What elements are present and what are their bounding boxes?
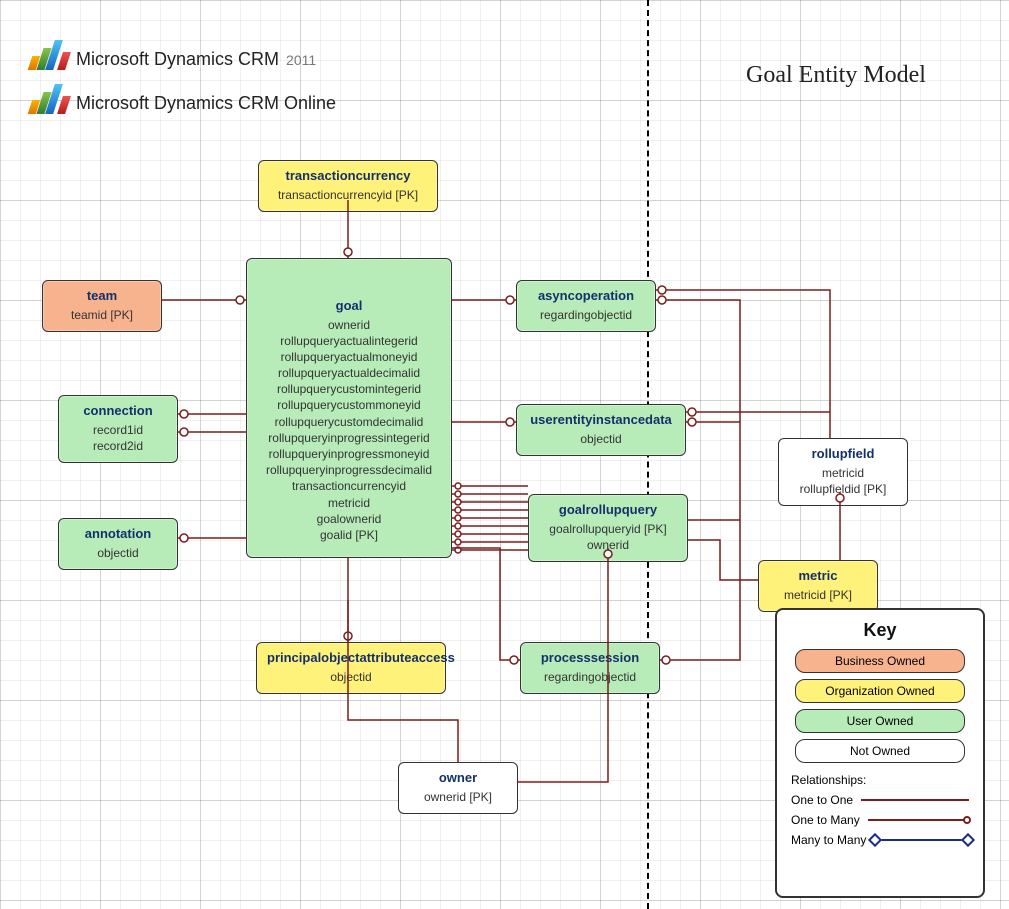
entity-name: transactioncurrency bbox=[269, 167, 427, 185]
entity-name: goalrollupquery bbox=[539, 501, 677, 519]
entity-name: userentityinstancedata bbox=[527, 411, 675, 429]
one-to-one-icon bbox=[861, 799, 969, 801]
entity-name: team bbox=[53, 287, 151, 305]
entity-attrs: record1id record2id bbox=[69, 422, 167, 454]
entity-attrs: regardingobjectid bbox=[527, 307, 645, 323]
legend-swatch-business: Business Owned bbox=[795, 649, 965, 673]
entity-team: team teamid [PK] bbox=[42, 280, 162, 332]
entity-attrs: regardingobjectid bbox=[531, 669, 649, 685]
entity-metric: metric metricid [PK] bbox=[758, 560, 878, 612]
entity-goal: goal ownerid rollupqueryactualintegerid … bbox=[246, 258, 452, 558]
entity-goalrollupquery: goalrollupquery goalrollupqueryid [PK] o… bbox=[528, 494, 688, 562]
entity-name: connection bbox=[69, 402, 167, 420]
entity-userentityinstancedata: userentityinstancedata objectid bbox=[516, 404, 686, 456]
entity-attrs: goalrollupqueryid [PK] ownerid bbox=[539, 521, 677, 553]
legend-swatch-org: Organization Owned bbox=[795, 679, 965, 703]
entity-name: principalobjectattributeaccess bbox=[267, 649, 435, 667]
entity-attrs: objectid bbox=[267, 669, 435, 685]
entity-owner: owner ownerid [PK] bbox=[398, 762, 518, 814]
entity-processsession: processsession regardingobjectid bbox=[520, 642, 660, 694]
entity-rollupfield: rollupfield metricid rollupfieldid [PK] bbox=[778, 438, 908, 506]
branding-block: Microsoft Dynamics CRM 2011 Microsoft Dy… bbox=[30, 30, 380, 114]
entity-asyncoperation: asyncoperation regardingobjectid bbox=[516, 280, 656, 332]
legend-swatch-user: User Owned bbox=[795, 709, 965, 733]
entity-annotation: annotation objectid bbox=[58, 518, 178, 570]
one-to-many-icon bbox=[868, 819, 969, 821]
entity-attrs: teamid [PK] bbox=[53, 307, 151, 323]
entity-principalobjectattributeaccess: principalobjectattributeaccess objectid bbox=[256, 642, 446, 694]
entity-attrs: metricid [PK] bbox=[769, 587, 867, 603]
entity-name: owner bbox=[409, 769, 507, 787]
legend-label: Many to Many bbox=[791, 833, 866, 847]
entity-name: asyncoperation bbox=[527, 287, 645, 305]
entity-name: rollupfield bbox=[789, 445, 897, 463]
legend-relationships-label: Relationships: bbox=[791, 773, 969, 787]
legend-swatch-none: Not Owned bbox=[795, 739, 965, 763]
branding-line-1: Microsoft Dynamics CRM 2011 bbox=[76, 49, 316, 70]
entity-name: goal bbox=[257, 297, 441, 315]
legend-title: Key bbox=[789, 620, 971, 641]
many-to-many-icon bbox=[874, 839, 969, 841]
branding-prefix: Microsoft Dynamics CRM bbox=[76, 49, 279, 69]
entity-attrs: objectid bbox=[69, 545, 167, 561]
entity-name: metric bbox=[769, 567, 867, 585]
entity-attrs: transactioncurrencyid [PK] bbox=[269, 187, 427, 203]
legend-label: One to One bbox=[791, 793, 853, 807]
entity-name: annotation bbox=[69, 525, 167, 543]
dynamics-logo-icon bbox=[30, 38, 68, 70]
entity-attrs: ownerid [PK] bbox=[409, 789, 507, 805]
entity-connection: connection record1id record2id bbox=[58, 395, 178, 463]
entity-attrs: objectid bbox=[527, 431, 675, 447]
legend-panel: Key Business Owned Organization Owned Us… bbox=[775, 608, 985, 898]
entity-transactioncurrency: transactioncurrency transactioncurrencyi… bbox=[258, 160, 438, 212]
entity-name: processsession bbox=[531, 649, 649, 667]
legend-one-to-many: One to Many bbox=[791, 813, 969, 827]
legend-label: One to Many bbox=[791, 813, 860, 827]
legend-many-to-many: Many to Many bbox=[791, 833, 969, 847]
diagram-title: Goal Entity Model bbox=[746, 62, 926, 89]
entity-attrs: metricid rollupfieldid [PK] bbox=[789, 465, 897, 497]
branding-suffix: 2011 bbox=[286, 52, 316, 68]
branding-line-2: Microsoft Dynamics CRM Online bbox=[76, 93, 336, 114]
entity-attrs: ownerid rollupqueryactualintegerid rollu… bbox=[257, 317, 441, 544]
legend-one-to-one: One to One bbox=[791, 793, 969, 807]
dynamics-logo-icon bbox=[30, 82, 68, 114]
